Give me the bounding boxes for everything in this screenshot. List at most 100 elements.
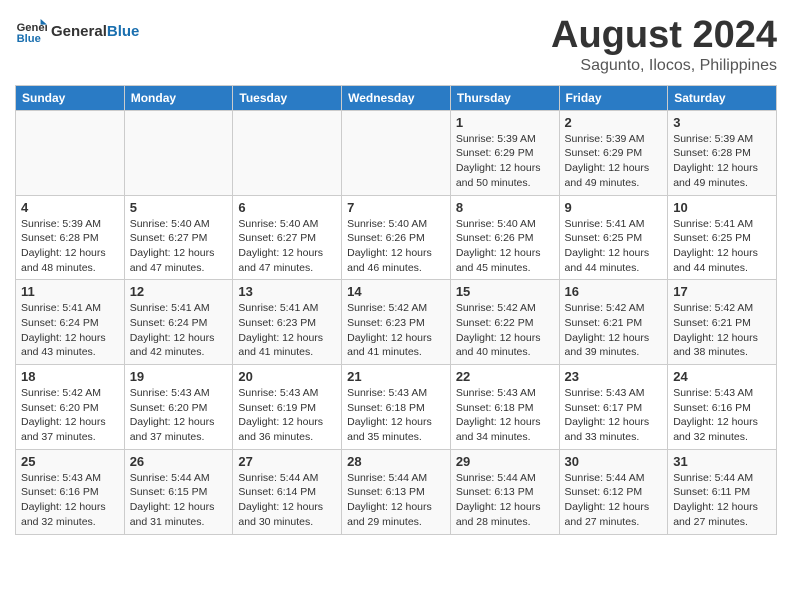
calendar-cell: 31Sunrise: 5:44 AM Sunset: 6:11 PM Dayli…	[668, 449, 777, 534]
sub-title: Sagunto, Ilocos, Philippines	[551, 57, 777, 75]
header-cell-wednesday: Wednesday	[342, 85, 451, 110]
week-row-2: 4 Sunrise: 5:39 AM Sunset: 6:28 PM Daylig…	[16, 195, 777, 280]
calendar-cell: 20 Sunrise: 5:43 AM Sunset: 6:19 PM Dayli…	[233, 365, 342, 450]
title-area: August 2024 Sagunto, Ilocos, Philippines	[551, 15, 777, 75]
day-number: 20	[238, 369, 336, 384]
calendar-cell: 30 Sunrise: 5:44 AM Sunset: 6:12 PM Dayli…	[559, 449, 668, 534]
day-number: 30	[565, 454, 663, 469]
day-info: Sunrise: 5:40 AM Sunset: 6:26 PM Dayligh…	[347, 217, 445, 276]
logo: General Blue GeneralBlue	[15, 15, 139, 47]
day-number: 25	[21, 454, 119, 469]
page-header: General Blue GeneralBlue August 2024 Sag…	[15, 15, 777, 75]
calendar-cell	[342, 110, 451, 195]
calendar-cell: 19Sunrise: 5:43 AM Sunset: 6:20 PM Dayli…	[124, 365, 233, 450]
day-info: Sunrise: 5:43 AM Sunset: 6:17 PM Dayligh…	[565, 386, 663, 445]
day-number: 18	[21, 369, 119, 384]
day-number: 11	[21, 284, 119, 299]
day-number: 12	[130, 284, 228, 299]
day-number: 7	[347, 200, 445, 215]
main-title: August 2024	[551, 15, 777, 57]
day-number: 24	[673, 369, 771, 384]
day-info: Sunrise: 5:44 AM Sunset: 6:13 PM Dayligh…	[347, 471, 445, 530]
calendar-cell: 5 Sunrise: 5:40 AM Sunset: 6:27 PM Daylig…	[124, 195, 233, 280]
day-info: Sunrise: 5:43 AM Sunset: 6:18 PM Dayligh…	[347, 386, 445, 445]
day-number: 8	[456, 200, 554, 215]
day-info: Sunrise: 5:41 AM Sunset: 6:25 PM Dayligh…	[673, 217, 771, 276]
calendar-cell: 23 Sunrise: 5:43 AM Sunset: 6:17 PM Dayli…	[559, 365, 668, 450]
week-row-4: 18 Sunrise: 5:42 AM Sunset: 6:20 PM Dayli…	[16, 365, 777, 450]
calendar-cell: 29 Sunrise: 5:44 AM Sunset: 6:13 PM Dayli…	[450, 449, 559, 534]
header-cell-tuesday: Tuesday	[233, 85, 342, 110]
calendar-cell: 13Sunrise: 5:41 AM Sunset: 6:23 PM Dayli…	[233, 280, 342, 365]
calendar-cell: 24Sunrise: 5:43 AM Sunset: 6:16 PM Dayli…	[668, 365, 777, 450]
day-info: Sunrise: 5:44 AM Sunset: 6:11 PM Dayligh…	[673, 471, 771, 530]
calendar-body: 1Sunrise: 5:39 AM Sunset: 6:29 PM Daylig…	[16, 110, 777, 534]
calendar-cell: 21Sunrise: 5:43 AM Sunset: 6:18 PM Dayli…	[342, 365, 451, 450]
day-number: 19	[130, 369, 228, 384]
header-cell-thursday: Thursday	[450, 85, 559, 110]
day-number: 23	[565, 369, 663, 384]
week-row-1: 1Sunrise: 5:39 AM Sunset: 6:29 PM Daylig…	[16, 110, 777, 195]
calendar-cell: 16Sunrise: 5:42 AM Sunset: 6:21 PM Dayli…	[559, 280, 668, 365]
day-info: Sunrise: 5:44 AM Sunset: 6:14 PM Dayligh…	[238, 471, 336, 530]
day-number: 22	[456, 369, 554, 384]
calendar-cell: 11 Sunrise: 5:41 AM Sunset: 6:24 PM Dayli…	[16, 280, 125, 365]
day-number: 5	[130, 200, 228, 215]
day-info: Sunrise: 5:40 AM Sunset: 6:27 PM Dayligh…	[238, 217, 336, 276]
day-info: Sunrise: 5:43 AM Sunset: 6:19 PM Dayligh…	[238, 386, 336, 445]
day-number: 14	[347, 284, 445, 299]
calendar-cell: 12Sunrise: 5:41 AM Sunset: 6:24 PM Dayli…	[124, 280, 233, 365]
day-info: Sunrise: 5:44 AM Sunset: 6:12 PM Dayligh…	[565, 471, 663, 530]
day-info: Sunrise: 5:42 AM Sunset: 6:21 PM Dayligh…	[565, 301, 663, 360]
logo-text: GeneralBlue	[51, 23, 139, 40]
day-info: Sunrise: 5:40 AM Sunset: 6:26 PM Dayligh…	[456, 217, 554, 276]
day-info: Sunrise: 5:41 AM Sunset: 6:23 PM Dayligh…	[238, 301, 336, 360]
day-number: 15	[456, 284, 554, 299]
calendar-cell: 7 Sunrise: 5:40 AM Sunset: 6:26 PM Daylig…	[342, 195, 451, 280]
day-info: Sunrise: 5:39 AM Sunset: 6:29 PM Dayligh…	[565, 132, 663, 191]
day-info: Sunrise: 5:42 AM Sunset: 6:23 PM Dayligh…	[347, 301, 445, 360]
calendar-cell: 14 Sunrise: 5:42 AM Sunset: 6:23 PM Dayli…	[342, 280, 451, 365]
day-info: Sunrise: 5:42 AM Sunset: 6:20 PM Dayligh…	[21, 386, 119, 445]
calendar-cell: 18 Sunrise: 5:42 AM Sunset: 6:20 PM Dayli…	[16, 365, 125, 450]
day-info: Sunrise: 5:44 AM Sunset: 6:15 PM Dayligh…	[130, 471, 228, 530]
calendar-cell: 6 Sunrise: 5:40 AM Sunset: 6:27 PM Daylig…	[233, 195, 342, 280]
day-info: Sunrise: 5:39 AM Sunset: 6:28 PM Dayligh…	[21, 217, 119, 276]
header-cell-friday: Friday	[559, 85, 668, 110]
calendar-cell: 17 Sunrise: 5:42 AM Sunset: 6:21 PM Dayli…	[668, 280, 777, 365]
calendar-cell: 27 Sunrise: 5:44 AM Sunset: 6:14 PM Dayli…	[233, 449, 342, 534]
day-number: 28	[347, 454, 445, 469]
day-info: Sunrise: 5:43 AM Sunset: 6:18 PM Dayligh…	[456, 386, 554, 445]
calendar-cell: 9 Sunrise: 5:41 AM Sunset: 6:25 PM Daylig…	[559, 195, 668, 280]
calendar-cell	[124, 110, 233, 195]
week-row-3: 11 Sunrise: 5:41 AM Sunset: 6:24 PM Dayli…	[16, 280, 777, 365]
calendar-cell: 10 Sunrise: 5:41 AM Sunset: 6:25 PM Dayli…	[668, 195, 777, 280]
day-number: 10	[673, 200, 771, 215]
day-info: Sunrise: 5:44 AM Sunset: 6:13 PM Dayligh…	[456, 471, 554, 530]
calendar-cell: 8 Sunrise: 5:40 AM Sunset: 6:26 PM Daylig…	[450, 195, 559, 280]
day-number: 27	[238, 454, 336, 469]
header-cell-sunday: Sunday	[16, 85, 125, 110]
day-number: 29	[456, 454, 554, 469]
header-cell-monday: Monday	[124, 85, 233, 110]
calendar-table: SundayMondayTuesdayWednesdayThursdayFrid…	[15, 85, 777, 535]
day-info: Sunrise: 5:41 AM Sunset: 6:25 PM Dayligh…	[565, 217, 663, 276]
day-info: Sunrise: 5:42 AM Sunset: 6:22 PM Dayligh…	[456, 301, 554, 360]
calendar-cell: 2Sunrise: 5:39 AM Sunset: 6:29 PM Daylig…	[559, 110, 668, 195]
day-info: Sunrise: 5:41 AM Sunset: 6:24 PM Dayligh…	[21, 301, 119, 360]
logo-icon: General Blue	[15, 15, 47, 47]
day-info: Sunrise: 5:40 AM Sunset: 6:27 PM Dayligh…	[130, 217, 228, 276]
day-number: 9	[565, 200, 663, 215]
calendar-cell: 26Sunrise: 5:44 AM Sunset: 6:15 PM Dayli…	[124, 449, 233, 534]
day-info: Sunrise: 5:42 AM Sunset: 6:21 PM Dayligh…	[673, 301, 771, 360]
calendar-cell	[16, 110, 125, 195]
day-number: 6	[238, 200, 336, 215]
calendar-cell	[233, 110, 342, 195]
day-info: Sunrise: 5:43 AM Sunset: 6:16 PM Dayligh…	[21, 471, 119, 530]
calendar-cell: 3Sunrise: 5:39 AM Sunset: 6:28 PM Daylig…	[668, 110, 777, 195]
svg-text:Blue: Blue	[17, 33, 41, 45]
calendar-cell: 25 Sunrise: 5:43 AM Sunset: 6:16 PM Dayli…	[16, 449, 125, 534]
day-number: 4	[21, 200, 119, 215]
day-number: 17	[673, 284, 771, 299]
calendar-header-row: SundayMondayTuesdayWednesdayThursdayFrid…	[16, 85, 777, 110]
